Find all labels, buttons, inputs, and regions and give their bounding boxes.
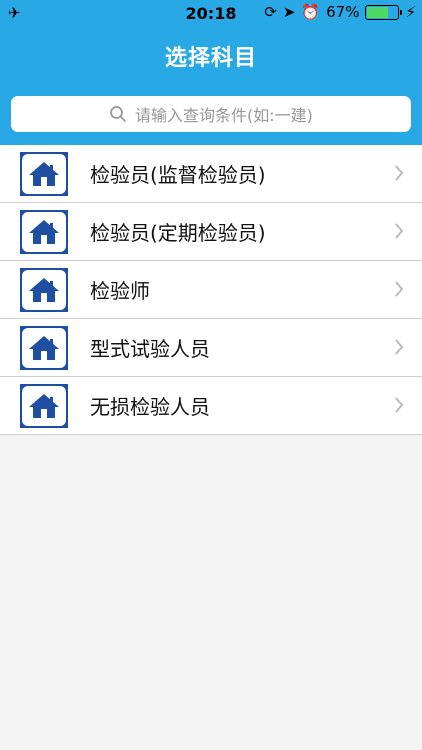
chevron-right-icon [395, 397, 404, 413]
battery-fill [367, 6, 388, 18]
list-item[interactable]: 检验员(定期检验员) [0, 203, 422, 261]
subject-list: 检验员(监督检验员) 检验员(定期检验员) 检验师 型式试验人员 无损检验人员 [0, 145, 422, 435]
list-item-label: 型式试验人员 [90, 337, 210, 361]
list-item-label: 检验员(监督检验员) [90, 163, 266, 187]
list-item[interactable]: 检验员(监督检验员) [0, 145, 422, 203]
page-title: 选择科目 [164, 46, 257, 71]
search-input[interactable]: 请输入查询条件(如:一建) [11, 96, 411, 132]
orientation-lock-icon: ⟳ [264, 3, 277, 21]
chevron-right-icon [395, 223, 404, 239]
home-icon [20, 267, 68, 312]
status-bar: ✈ 20:18 ⟳ ➤ ⏰ 67% ⚡ [0, 0, 422, 28]
chevron-right-icon [395, 281, 404, 297]
list-item-label: 无损检验人员 [90, 395, 210, 419]
battery-icon [365, 4, 403, 20]
chevron-right-icon [395, 165, 404, 181]
search-placeholder: 请输入查询条件(如:一建) [135, 106, 313, 125]
home-icon [20, 325, 68, 370]
header-bar: ✈ 20:18 ⟳ ➤ ⏰ 67% ⚡ 选择科目 请输入查询条件(如:一建) [0, 0, 422, 145]
location-icon: ➤ [282, 3, 296, 21]
alarm-icon: ⏰ [301, 3, 321, 21]
list-item-label: 检验师 [90, 279, 150, 303]
charging-icon: ⚡ [405, 3, 416, 21]
home-icon [20, 151, 68, 196]
search-icon [110, 106, 126, 122]
status-indicators: ⟳ ➤ ⏰ 67% ⚡ [264, 3, 416, 21]
list-item[interactable]: 无损检验人员 [0, 377, 422, 435]
list-item-label: 检验员(定期检验员) [90, 221, 266, 245]
home-icon [20, 209, 68, 254]
chevron-right-icon [395, 339, 404, 355]
battery-percent: 67% [326, 3, 360, 21]
home-icon [20, 383, 68, 428]
list-item[interactable]: 检验师 [0, 261, 422, 319]
list-item[interactable]: 型式试验人员 [0, 319, 422, 377]
